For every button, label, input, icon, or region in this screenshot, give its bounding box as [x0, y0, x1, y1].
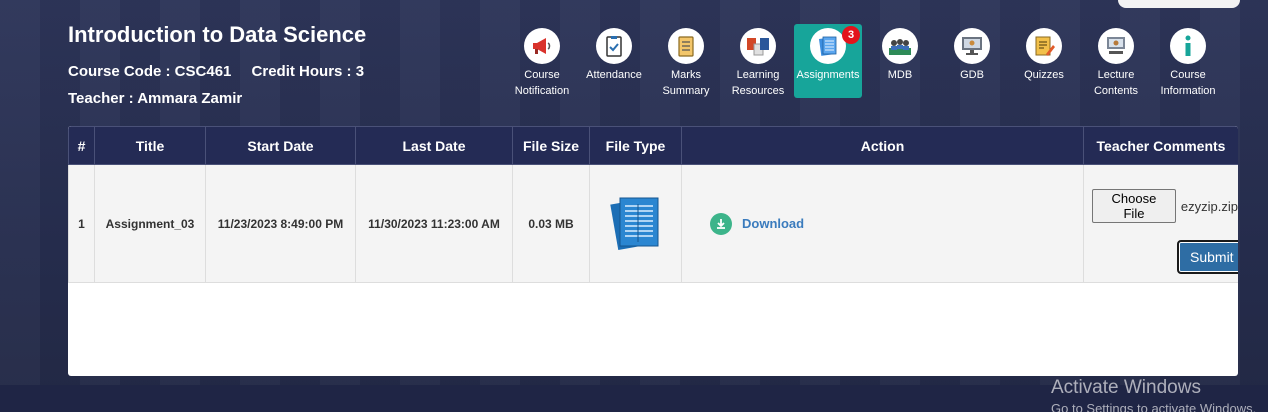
nav-label: Lecture Contents: [1093, 69, 1139, 97]
nav-label: Assignments: [796, 69, 860, 81]
nav-label: Learning Resources: [731, 69, 785, 97]
nav-label: Quizzes: [1024, 69, 1064, 81]
assignments-panel: # Title Start Date Last Date File Size F…: [68, 126, 1238, 376]
lecture-presenter-icon: [1098, 28, 1134, 64]
nav-course-notification[interactable]: Course Notification: [508, 24, 576, 98]
nav-label: Course Information: [1160, 69, 1216, 97]
course-meta: Course Code : CSC461 Credit Hours : 3: [68, 63, 364, 80]
top-right-widget: [1118, 0, 1240, 8]
quiz-pencil-icon: [1026, 28, 1062, 64]
choose-file-button[interactable]: Choose File: [1092, 189, 1176, 223]
nav-marks-summary[interactable]: Marks Summary: [652, 24, 720, 98]
megaphone-icon: [524, 28, 560, 64]
download-label: Download: [742, 216, 805, 231]
course-code: Course Code : CSC461: [68, 63, 232, 80]
course-nav: Course Notification Attendance Marks Summa…: [508, 24, 1228, 98]
nav-assignments[interactable]: Assignments 3: [794, 24, 862, 98]
row-index: 1: [68, 164, 95, 283]
column-header: Title: [94, 126, 206, 165]
column-header: Last Date: [355, 126, 513, 165]
assignments-table: # Title Start Date Last Date File Size F…: [68, 126, 1238, 283]
table-row: 1 Assignment_03 11/23/2023 8:49:00 PM 11…: [68, 164, 1238, 283]
clipboard-check-icon: [596, 28, 632, 64]
column-header: Teacher Comments: [1083, 126, 1238, 165]
nav-label: Attendance: [586, 69, 642, 81]
column-header: File Size: [512, 126, 590, 165]
last-date: 11/30/2023 11:23:00 AM: [355, 164, 513, 283]
download-link[interactable]: Download: [710, 212, 805, 235]
nav-label: MDB: [887, 69, 913, 81]
nav-learning-resources[interactable]: Learning Resources: [724, 24, 792, 98]
nav-mdb[interactable]: MDB: [866, 24, 934, 98]
group-discussion-icon: [882, 28, 918, 64]
file-type-cell: [589, 164, 682, 283]
nav-label: GDB: [960, 69, 984, 81]
notification-badge: 3: [842, 26, 860, 44]
windows-activation-title: Activate Windows: [1051, 377, 1201, 398]
monitor-presenter-icon: [954, 28, 990, 64]
course-title: Introduction to Data Science: [68, 22, 367, 47]
chosen-file-name: ezyzip.zip: [1180, 198, 1238, 214]
windows-activation-subtitle: Go to Settings to activate Windows.: [1051, 401, 1257, 412]
submit-cell: Choose File ezyzip.zip Submit: [1083, 164, 1238, 283]
teacher-name: Teacher : Ammara Zamir: [68, 90, 243, 107]
nav-label: Marks Summary: [662, 69, 710, 97]
nav-course-information[interactable]: Course Information: [1154, 24, 1222, 98]
column-header: Start Date: [205, 126, 356, 165]
nav-attendance[interactable]: Attendance: [580, 24, 648, 98]
column-header: File Type: [589, 126, 682, 165]
nav-label: Course Notification: [514, 69, 570, 97]
nav-gdb[interactable]: GDB: [938, 24, 1006, 98]
submit-button[interactable]: Submit: [1177, 240, 1238, 274]
credit-hours: Credit Hours : 3: [251, 63, 365, 80]
document-stack-icon: [609, 197, 662, 254]
nav-lecture-contents[interactable]: Lecture Contents: [1082, 24, 1150, 98]
column-header: #: [68, 126, 95, 165]
download-icon: [710, 212, 732, 235]
office-files-icon: [740, 28, 776, 64]
assignment-title: Assignment_03: [94, 164, 206, 283]
checklist-icon: [668, 28, 704, 64]
assignment-book-icon: [810, 28, 846, 64]
file-upload-field: Choose File ezyzip.zip: [1092, 189, 1238, 223]
table-header-row: # Title Start Date Last Date File Size F…: [68, 126, 1238, 165]
column-header: Action: [681, 126, 1084, 165]
download-cell: Download: [681, 164, 1084, 283]
file-size: 0.03 MB: [512, 164, 590, 283]
info-icon: [1170, 28, 1206, 64]
start-date: 11/23/2023 8:49:00 PM: [205, 164, 356, 283]
nav-quizzes[interactable]: Quizzes: [1010, 24, 1078, 98]
